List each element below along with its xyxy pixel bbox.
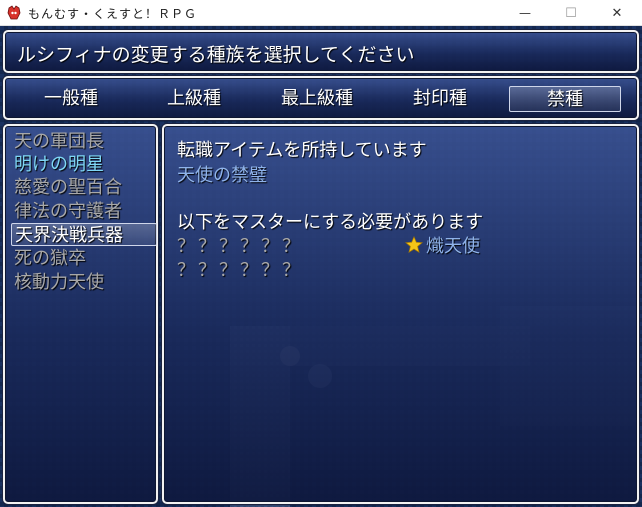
- category-tab-kinshu[interactable]: 禁種: [509, 86, 621, 112]
- master-heading: 以下をマスターにする必要があります: [177, 212, 484, 233]
- race-item-kakudouryoku-tenshi[interactable]: 核動力天使: [11, 271, 157, 294]
- help-window: ルシフィナの変更する種族を選択してください: [3, 30, 639, 73]
- category-tab-fuuin[interactable]: 封印種: [384, 86, 496, 112]
- close-icon: ✕: [611, 5, 623, 21]
- category-tab-joukyuu[interactable]: 上級種: [138, 86, 250, 112]
- requirement-window: 転職アイテムを所持しています 天使の禁璧 以下をマスターにする必要があります ？…: [162, 124, 639, 504]
- requirement-mastered-label: 熾天使: [426, 236, 480, 257]
- requirement-unknown-1: ？？？？？？: [177, 236, 303, 257]
- star-icon: [405, 236, 423, 253]
- game-screen: ルシフィナの変更する種族を選択してください 一般種 上級種 最上級種 封印種 禁…: [0, 26, 642, 507]
- minimize-icon: —: [519, 6, 531, 20]
- window-titlebar: もんむす・くえすと！ＲＰＧ — ☐ ✕: [0, 0, 642, 26]
- race-item-akeno-myoujou[interactable]: 明けの明星: [11, 153, 157, 176]
- item-heading: 転職アイテムを所持しています: [177, 140, 427, 161]
- race-item-shi-no-gokusotsu[interactable]: 死の獄卒: [11, 247, 157, 270]
- category-tab-ippan[interactable]: 一般種: [15, 86, 127, 112]
- race-item-rippou-no-shugosha[interactable]: 律法の守護者: [11, 200, 157, 223]
- job-item-name: 天使の禁璧: [177, 165, 267, 186]
- app-icon: [6, 5, 22, 21]
- requirement-unknown-2: ？？？？？？: [177, 260, 303, 281]
- race-item-jiai-no-seiyuri[interactable]: 慈愛の聖百合: [11, 176, 157, 199]
- requirement-mastered: 熾天使: [405, 232, 480, 258]
- maximize-button[interactable]: ☐: [548, 0, 594, 26]
- minimize-button[interactable]: —: [502, 0, 548, 26]
- race-item-ten-no-gundanchou[interactable]: 天の軍団長: [11, 130, 157, 153]
- category-tab-saijoukyuu[interactable]: 最上級種: [261, 86, 373, 112]
- window-title: もんむす・くえすと！ＲＰＧ: [28, 7, 198, 21]
- maximize-icon: ☐: [565, 5, 577, 21]
- race-item-tenkai-kessen-heiki[interactable]: 天界決戦兵器: [11, 223, 157, 246]
- race-list-window: 天の軍団長 明けの明星 慈愛の聖百合 律法の守護者 天界決戦兵器 死の獄卒 核動…: [3, 124, 158, 504]
- category-window: 一般種 上級種 最上級種 封印種 禁種: [3, 76, 639, 120]
- close-button[interactable]: ✕: [594, 0, 640, 26]
- help-text: ルシフィナの変更する種族を選択してください: [17, 44, 415, 66]
